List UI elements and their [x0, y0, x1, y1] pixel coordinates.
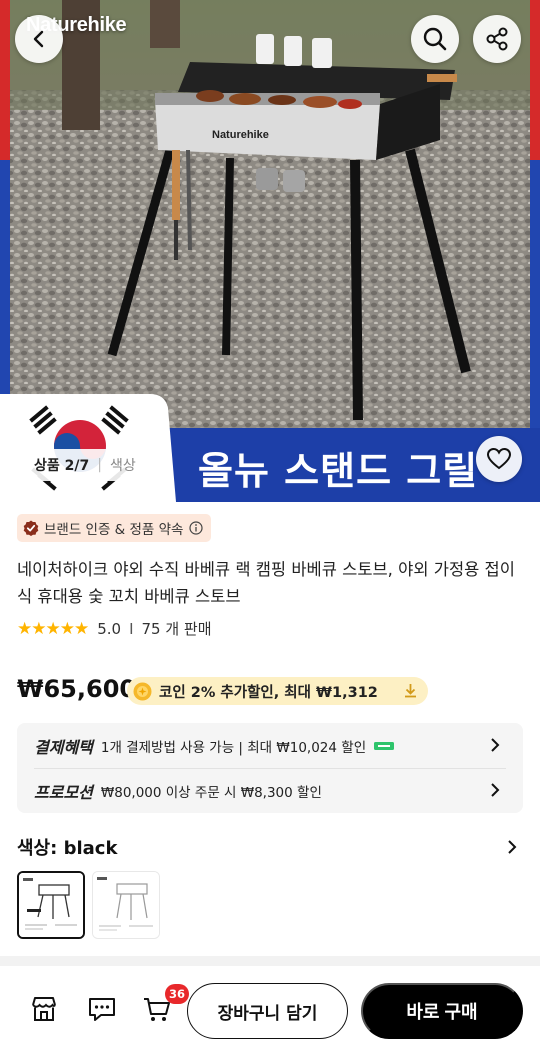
add-to-cart-button[interactable]: 장바구니 담기: [187, 983, 348, 1039]
share-button[interactable]: [473, 15, 521, 63]
chevron-right-icon: [491, 783, 500, 797]
brand-authentic-badge[interactable]: 브랜드 인증 & 정품 약속: [17, 514, 212, 542]
rating-score: 5.0: [97, 619, 122, 638]
promotion-row[interactable]: 프로모션 ₩80,000 이상 주문 시 ₩8,300 할인: [17, 768, 523, 813]
back-button[interactable]: [15, 15, 63, 63]
verified-check-icon: [23, 520, 39, 536]
section-divider: [0, 956, 540, 966]
grill-diagram-thumbnail: [19, 873, 83, 937]
buy-now-button[interactable]: 바로 구매: [361, 983, 523, 1039]
chat-icon[interactable]: [87, 994, 117, 1024]
image-counter-current: 상품 2/7: [34, 458, 90, 474]
cart-count-badge: 36: [165, 984, 190, 1004]
chevron-left-icon: [33, 30, 44, 48]
wishlist-button[interactable]: [476, 436, 522, 482]
grill-logo: Naturehike: [212, 129, 269, 141]
svg-text:Naturehike: Naturehike: [212, 129, 269, 141]
image-counter-option: 색상: [109, 458, 136, 474]
rating-divider: I: [129, 619, 134, 638]
chevron-right-icon[interactable]: [504, 838, 520, 856]
payment-benefit-label: 결제혜택: [34, 737, 93, 757]
share-icon: [486, 27, 508, 51]
color-thumbnail-silver[interactable]: [92, 871, 160, 939]
star-rating-icon: ★★★★★: [17, 618, 89, 639]
info-icon: [189, 521, 204, 535]
korea-flag-graphic: [0, 394, 176, 502]
search-icon: [423, 27, 447, 51]
product-image-carousel[interactable]: Naturehike Naturehike 올뉴 스탠드 그릴 상품 2/7 |…: [0, 0, 540, 502]
coin-discount-pill[interactable]: 코인 2% 추가할인, 최대 ₩1,312: [127, 677, 428, 705]
payment-benefit-row[interactable]: 결제혜택 1개 결제방법 사용 가능 | 최대 ₩10,024 할인: [17, 723, 523, 768]
search-button[interactable]: [411, 15, 459, 63]
brand-authentic-text: 브랜드 인증 & 정품 약속: [44, 522, 184, 538]
color-option-label[interactable]: 색상: black: [17, 834, 117, 860]
promotion-text: ₩80,000 이상 주문 시 ₩8,300 할인: [100, 784, 322, 801]
coin-icon: [133, 682, 152, 700]
download-coupon-icon[interactable]: [402, 682, 419, 699]
promotion-label: 프로모션: [34, 782, 93, 802]
sold-count: 75 개 판매: [141, 620, 212, 638]
grill-diagram-thumbnail: [93, 872, 159, 938]
product-price: ₩65,600: [17, 675, 137, 703]
image-counter-separator: |: [97, 457, 102, 473]
payment-method-logo-icon: [374, 741, 395, 750]
heart-icon: [486, 447, 512, 470]
payment-benefit-text: 1개 결제방법 사용 가능 | 최대 ₩10,024 할인: [100, 739, 367, 756]
banner-text: 올뉴 스탠드 그릴: [198, 449, 479, 493]
product-title: 네이처하이크 야외 수직 바베큐 랙 캠핑 바베큐 스토브, 야외 가정용 접이…: [17, 560, 515, 606]
rating-summary[interactable]: ★★★★★ 5.0 I 75 개 판매: [17, 618, 212, 639]
store-icon[interactable]: [29, 994, 59, 1024]
color-thumbnail-black[interactable]: [17, 871, 85, 939]
coin-discount-text: 코인 2% 추가할인, 최대 ₩1,312: [159, 684, 378, 701]
chevron-right-icon: [491, 738, 500, 752]
image-counter[interactable]: 상품 2/7 | 색상: [20, 449, 150, 481]
benefits-box: 결제혜택 1개 결제방법 사용 가능 | 최대 ₩10,024 할인 프로모션 …: [17, 723, 523, 813]
